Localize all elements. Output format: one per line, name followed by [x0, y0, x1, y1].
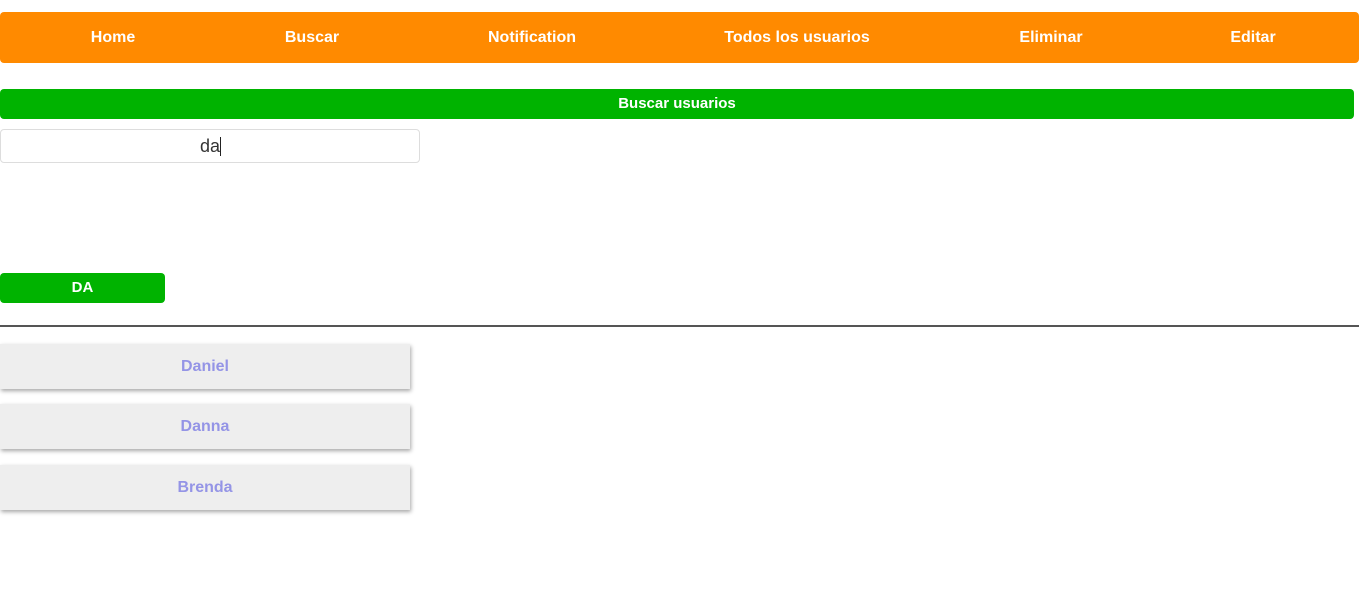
result-item-danna[interactable]: Danna: [0, 404, 410, 449]
nav-eliminar[interactable]: Eliminar: [1019, 12, 1082, 63]
nav-editar[interactable]: Editar: [1230, 12, 1275, 63]
search-users-header: Buscar usuarios: [0, 89, 1354, 119]
top-navbar: Home Buscar Notification Todos los usuar…: [0, 12, 1359, 63]
divider: [0, 325, 1359, 327]
result-item-daniel[interactable]: Daniel: [0, 344, 410, 389]
nav-todos-los-usuarios[interactable]: Todos los usuarios: [724, 12, 870, 63]
nav-home[interactable]: Home: [91, 12, 135, 63]
result-item-brenda[interactable]: Brenda: [0, 465, 410, 510]
nav-notification[interactable]: Notification: [488, 12, 576, 63]
search-term-button[interactable]: DA: [0, 273, 165, 303]
nav-buscar[interactable]: Buscar: [285, 12, 339, 63]
search-input[interactable]: [0, 129, 420, 163]
text-caret: [220, 137, 221, 156]
